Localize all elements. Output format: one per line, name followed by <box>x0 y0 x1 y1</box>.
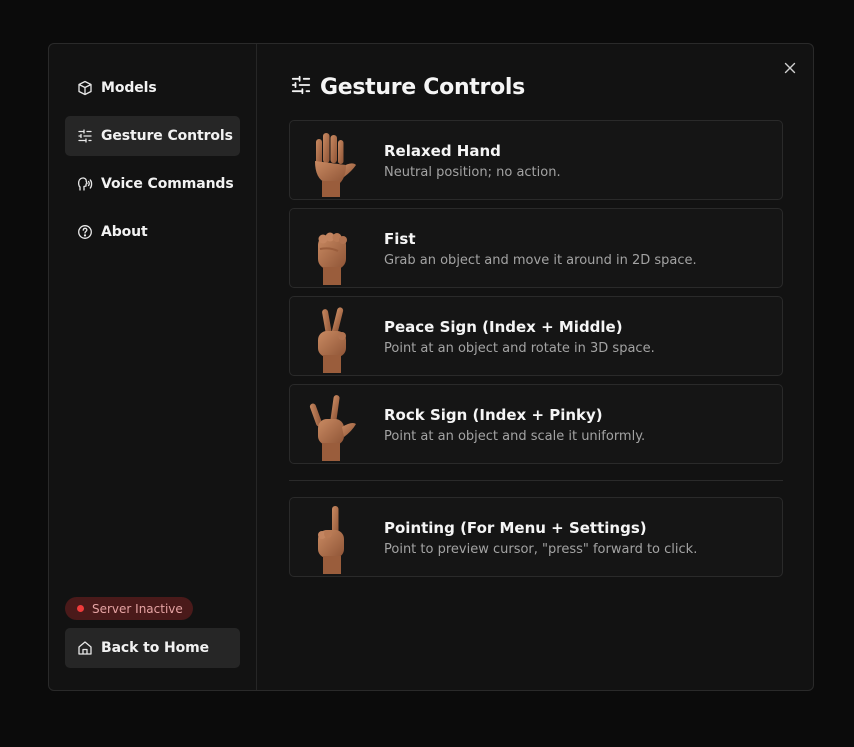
fist-icon <box>302 215 362 285</box>
sidebar-item-voice-commands[interactable]: Voice Commands <box>65 164 240 204</box>
peace-sign-icon <box>302 303 362 373</box>
sidebar-item-models[interactable]: Models <box>65 68 240 108</box>
gesture-name: Peace Sign (Index + Middle) <box>384 318 623 336</box>
page-title: Gesture Controls <box>290 74 525 100</box>
cube-icon <box>77 80 93 96</box>
pointing-hand-icon <box>302 504 362 574</box>
voice-icon <box>77 176 93 192</box>
settings-modal: Models Gesture Controls Voice Commands A… <box>48 43 814 691</box>
gesture-card-fist: Fist Grab an object and move it around i… <box>289 208 783 288</box>
gesture-card-pointing: Pointing (For Menu + Settings) Point to … <box>289 497 783 577</box>
sidebar-item-label: Voice Commands <box>101 176 234 192</box>
open-hand-icon <box>302 127 362 197</box>
gesture-name: Fist <box>384 230 416 248</box>
gesture-description: Neutral position; no action. <box>384 165 561 180</box>
gesture-name: Rock Sign (Index + Pinky) <box>384 406 603 424</box>
gesture-card-peace-sign: Peace Sign (Index + Middle) Point at an … <box>289 296 783 376</box>
gesture-name: Relaxed Hand <box>384 142 501 160</box>
gesture-card-relaxed-hand: Relaxed Hand Neutral position; no action… <box>289 120 783 200</box>
gesture-description: Grab an object and move it around in 2D … <box>384 253 697 268</box>
home-icon <box>77 640 93 656</box>
sidebar-item-label: Gesture Controls <box>101 128 233 144</box>
main-content: Gesture Controls Relaxed Hand Neutral po… <box>257 44 813 690</box>
sliders-icon <box>77 128 93 144</box>
gesture-description: Point to preview cursor, "press" forward… <box>384 542 698 557</box>
sidebar: Models Gesture Controls Voice Commands A… <box>49 44 257 690</box>
server-status-label: Server Inactive <box>92 601 183 616</box>
sidebar-item-about[interactable]: About <box>65 212 240 252</box>
sidebar-item-gesture-controls[interactable]: Gesture Controls <box>65 116 240 156</box>
gesture-name: Pointing (For Menu + Settings) <box>384 519 647 537</box>
page-title-text: Gesture Controls <box>320 74 525 100</box>
rock-sign-icon <box>302 391 362 461</box>
help-circle-icon <box>77 224 93 240</box>
server-status-badge: Server Inactive <box>65 597 193 620</box>
back-to-home-label: Back to Home <box>101 640 210 656</box>
gesture-description: Point at an object and scale it uniforml… <box>384 429 646 444</box>
section-divider <box>289 480 783 481</box>
sidebar-item-label: Models <box>101 80 157 96</box>
status-dot-icon <box>77 605 84 612</box>
gesture-card-rock-sign: Rock Sign (Index + Pinky) Point at an ob… <box>289 384 783 464</box>
gesture-description: Point at an object and rotate in 3D spac… <box>384 341 655 356</box>
sidebar-item-label: About <box>101 224 148 240</box>
back-to-home-button[interactable]: Back to Home <box>65 628 240 668</box>
sliders-icon <box>290 74 312 100</box>
